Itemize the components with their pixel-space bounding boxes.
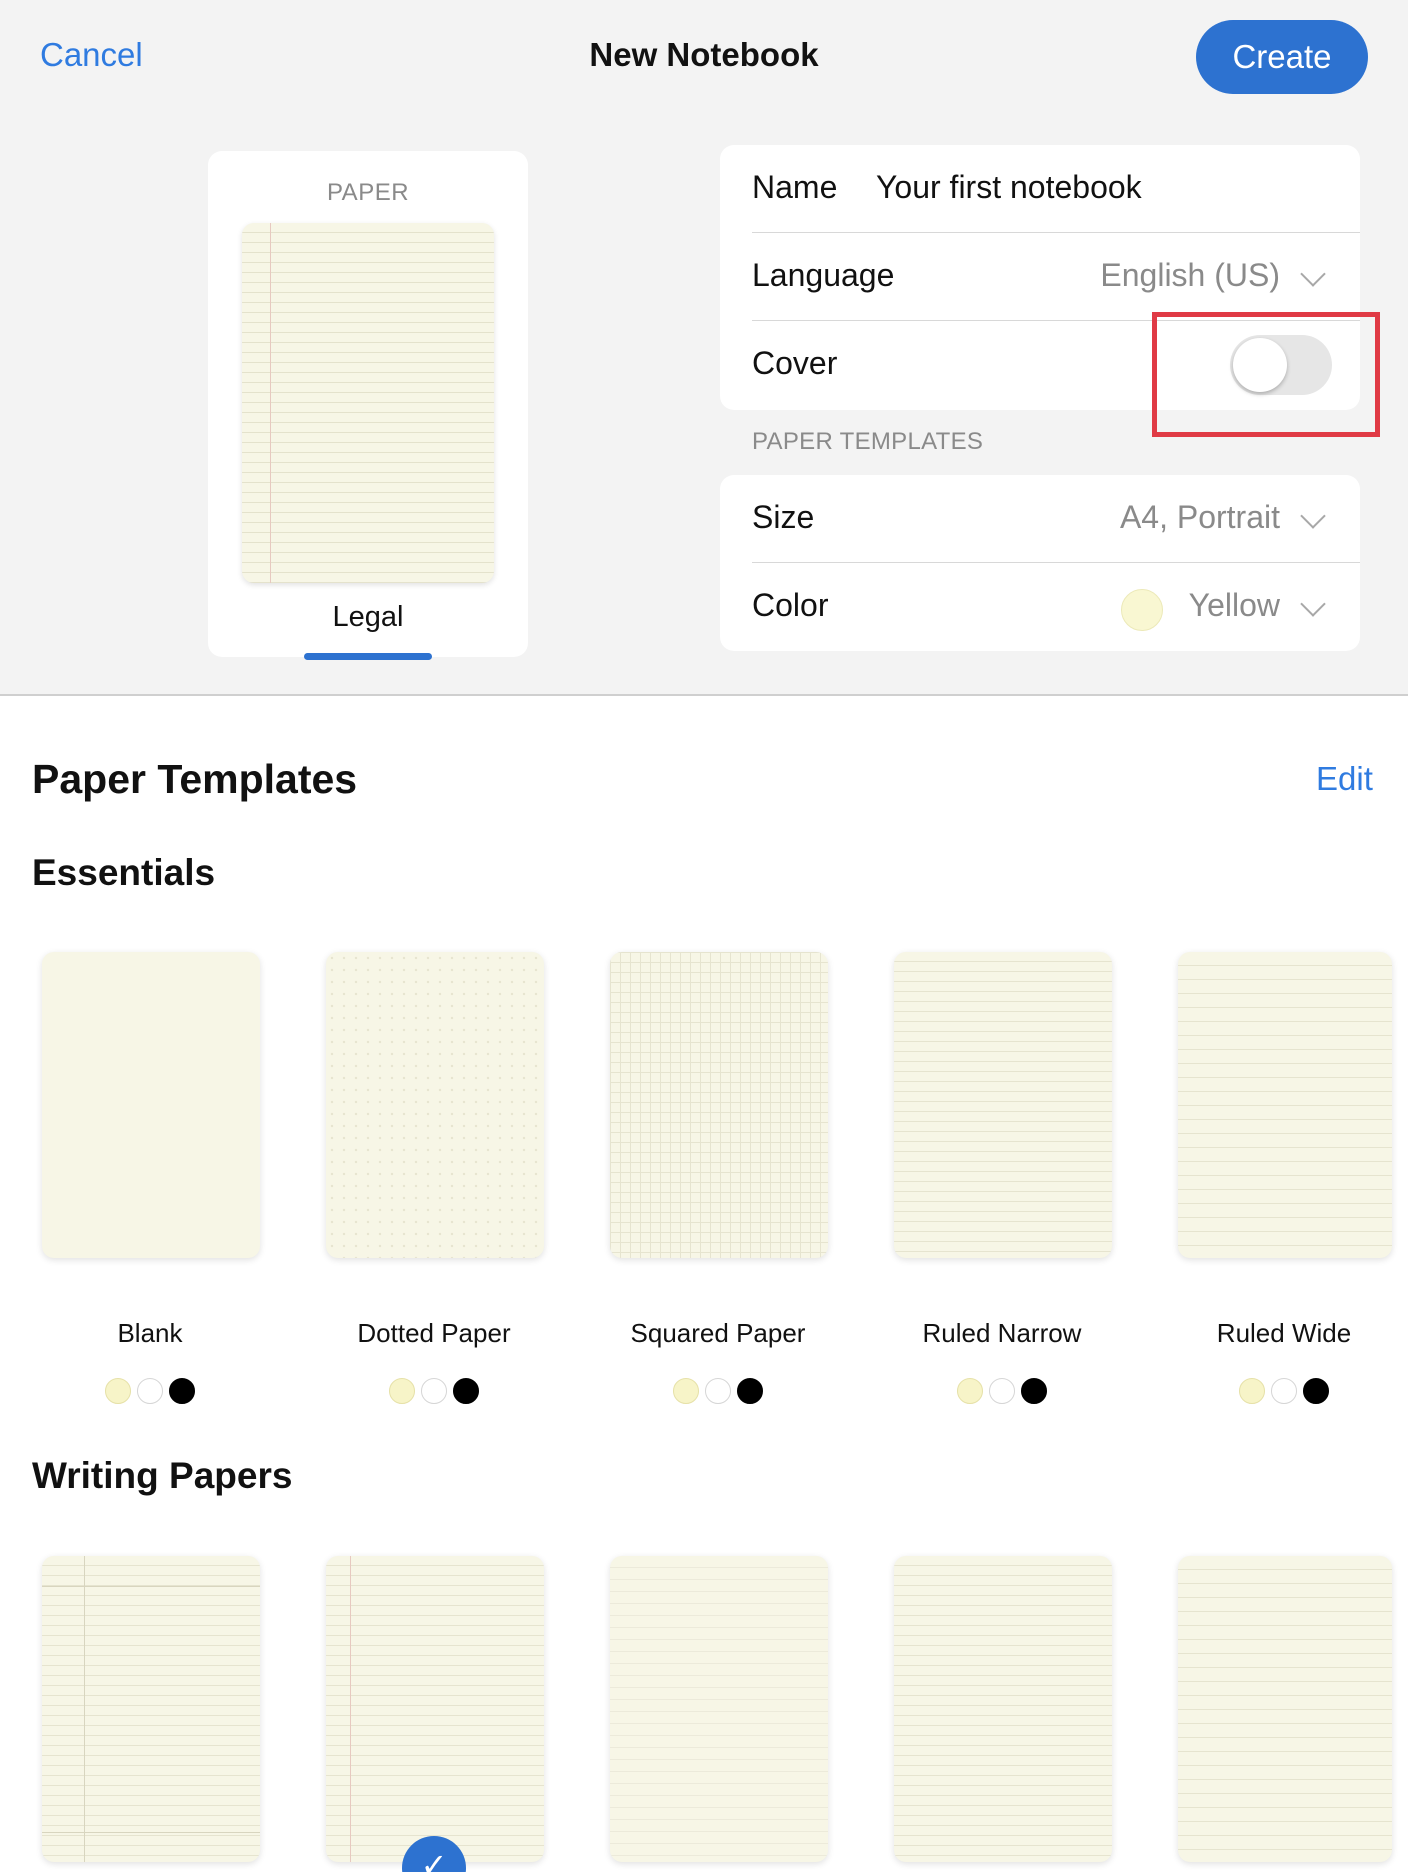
color-options xyxy=(1144,1378,1408,1404)
name-row[interactable]: Name Your first notebook xyxy=(720,145,1360,233)
edit-button[interactable]: Edit xyxy=(1316,760,1373,798)
color-dot-yellow[interactable] xyxy=(673,1378,699,1404)
template-blank[interactable] xyxy=(42,952,260,1258)
cover-label: Cover xyxy=(752,345,838,381)
color-dot-white[interactable] xyxy=(421,1378,447,1404)
size-row[interactable]: Size A4, Portrait xyxy=(720,475,1360,563)
paper-caption: PAPER xyxy=(326,179,410,206)
paper-templates-caption: PAPER TEMPLATES xyxy=(752,428,984,455)
color-options xyxy=(862,1378,1142,1404)
color-options xyxy=(578,1378,858,1404)
template-writing-legal[interactable] xyxy=(326,1556,544,1862)
size-value: A4, Portrait xyxy=(1119,499,1280,535)
size-label: Size xyxy=(752,499,815,535)
template-name: Ruled Narrow xyxy=(922,1318,1082,1348)
writing-papers-heading: Writing Papers xyxy=(32,1455,293,1496)
color-value: Yellow xyxy=(1188,587,1280,623)
notebook-settings-sheet: Cancel New Notebook Create PAPER Legal N… xyxy=(0,0,1408,696)
template-writing-cornell[interactable] xyxy=(42,1556,260,1862)
language-label: Language xyxy=(752,257,895,293)
language-row[interactable]: Language English (US) xyxy=(720,233,1360,321)
chevron-down-icon xyxy=(1300,591,1326,617)
color-dot-black[interactable] xyxy=(1021,1378,1047,1404)
create-button[interactable]: Create xyxy=(1196,20,1368,94)
template-writing-5[interactable] xyxy=(1178,1556,1392,1862)
name-field[interactable]: Your first notebook xyxy=(876,169,1142,206)
color-dot-black[interactable] xyxy=(1303,1378,1329,1404)
color-dot-white[interactable] xyxy=(137,1378,163,1404)
color-options xyxy=(294,1378,574,1404)
template-dotted-paper[interactable] xyxy=(326,952,544,1258)
color-options xyxy=(10,1378,290,1404)
paper-selected-label: Legal xyxy=(332,601,404,633)
template-ruled-wide[interactable] xyxy=(1178,952,1392,1258)
chevron-down-icon xyxy=(1300,503,1326,529)
paper-templates-heading: Paper Templates xyxy=(32,756,358,802)
language-value: English (US) xyxy=(1100,257,1280,293)
color-dot-white[interactable] xyxy=(989,1378,1015,1404)
color-dot-white[interactable] xyxy=(705,1378,731,1404)
color-label: Color xyxy=(752,587,829,623)
color-dot-black[interactable] xyxy=(737,1378,763,1404)
color-dot-yellow[interactable] xyxy=(957,1378,983,1404)
color-dot-black[interactable] xyxy=(453,1378,479,1404)
template-name: Ruled Wide xyxy=(1216,1318,1352,1348)
new-notebook-screen: Cancel New Notebook Create PAPER Legal N… xyxy=(0,0,1408,1872)
template-name: Dotted Paper xyxy=(357,1318,511,1348)
chevron-down-icon xyxy=(1300,261,1326,287)
color-dot-black[interactable] xyxy=(169,1378,195,1404)
template-name: Blank xyxy=(117,1318,183,1348)
template-ruled-narrow[interactable] xyxy=(894,952,1112,1258)
template-writing-4[interactable] xyxy=(894,1556,1112,1862)
highlight-box xyxy=(1152,312,1380,437)
color-swatch xyxy=(1121,589,1163,631)
color-dot-yellow[interactable] xyxy=(105,1378,131,1404)
template-squared-paper[interactable] xyxy=(610,952,828,1258)
paper-options-group: Size A4, Portrait Color Yellow xyxy=(720,475,1360,651)
paper-selected-indicator xyxy=(304,653,432,660)
essentials-heading: Essentials xyxy=(32,852,216,893)
template-name: Squared Paper xyxy=(630,1318,806,1348)
name-label: Name xyxy=(752,169,838,205)
color-row[interactable]: Color Yellow xyxy=(720,563,1360,651)
color-dot-yellow[interactable] xyxy=(1239,1378,1265,1404)
paper-preview-card[interactable]: PAPER Legal xyxy=(208,151,528,660)
paper-preview-thumbnail[interactable] xyxy=(242,223,494,583)
color-dot-white[interactable] xyxy=(1271,1378,1297,1404)
color-dot-yellow[interactable] xyxy=(389,1378,415,1404)
template-writing-3[interactable] xyxy=(610,1556,828,1862)
